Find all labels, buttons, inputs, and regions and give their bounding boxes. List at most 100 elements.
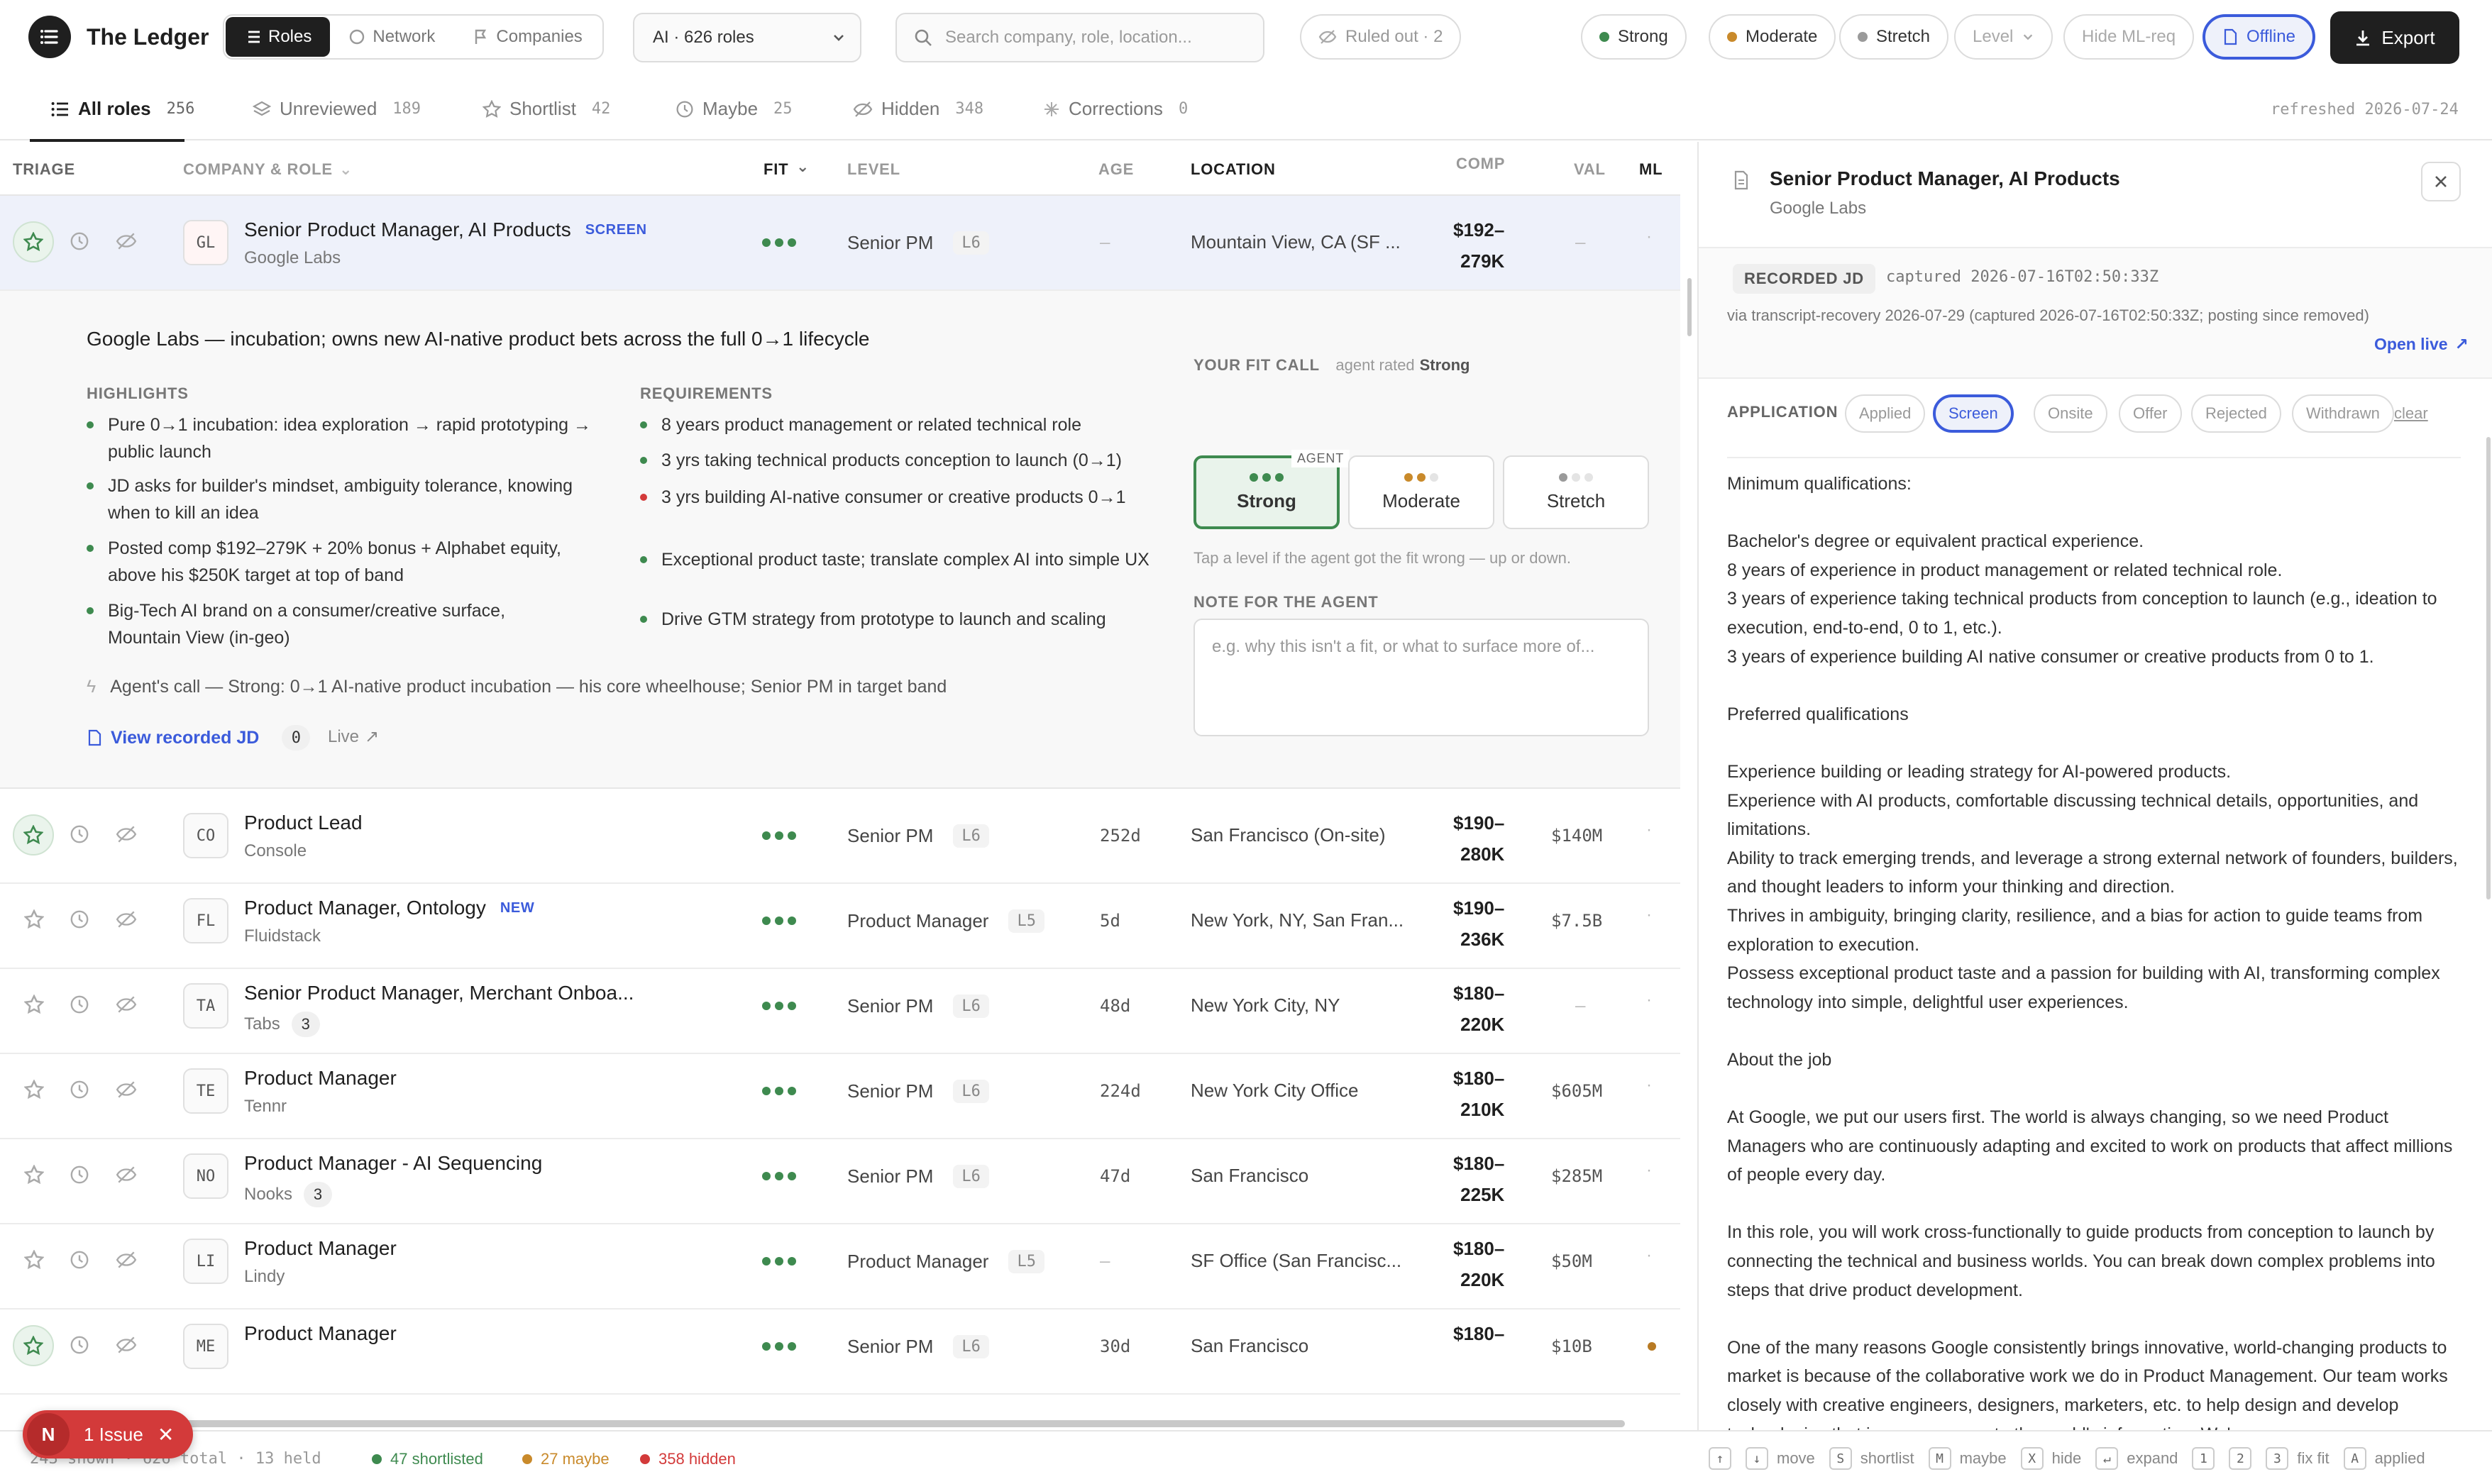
table-row[interactable]: CO Product Lead Console Senior PM L6 252d San … (0, 789, 1680, 884)
nav-roles[interactable]: Roles (226, 17, 331, 57)
col-fit[interactable]: FIT (763, 160, 788, 179)
stage-rejected[interactable]: Rejected (2191, 394, 2281, 433)
role-level: Senior PM L6 (847, 1335, 989, 1358)
list-horizontal-scrollbar[interactable] (74, 1420, 1625, 1427)
list-scrollbar[interactable] (1687, 278, 1692, 336)
col-ml[interactable]: ML (1639, 160, 1663, 179)
strong-filter[interactable]: Strong (1581, 14, 1687, 60)
table-row[interactable]: FL Product Manager, Ontology NEW Fluidstack… (0, 874, 1680, 969)
export-button[interactable]: Export (2330, 11, 2459, 64)
stage-applied[interactable]: Applied (1845, 394, 1926, 433)
stretch-dot-icon (1858, 32, 1868, 42)
shortlist-button[interactable] (23, 1248, 45, 1271)
level-filter[interactable]: Level (1954, 14, 2053, 60)
maybe-button[interactable] (68, 1163, 91, 1186)
hide-ml-req-toggle[interactable]: Hide ML-req (2063, 14, 2195, 60)
table-row[interactable]: TE Product Manager Tennr Senior PM L6 224d New… (0, 1044, 1680, 1139)
maybe-button[interactable] (68, 1334, 91, 1356)
nav-companies[interactable]: Companies (453, 17, 600, 57)
scope-select[interactable]: AI · 626 roles (633, 13, 861, 62)
tab-unreviewed[interactable]: Unreviewed 189 (253, 98, 421, 120)
fit-option-moderate[interactable]: Moderate (1348, 455, 1494, 529)
hide-button[interactable] (115, 823, 138, 846)
tab-count: 0 (1178, 100, 1189, 118)
role-location: Mountain View, CA (SF ... (1191, 231, 1401, 253)
detail-scrollbar[interactable] (2486, 437, 2491, 899)
col-comp[interactable]: COMP (1456, 155, 1505, 173)
close-icon[interactable]: ✕ (158, 1423, 174, 1446)
note-input[interactable] (1212, 637, 1631, 718)
fit-option-stretch[interactable]: Stretch (1503, 455, 1649, 529)
col-company-role[interactable]: COMPANY & ROLE (183, 160, 333, 179)
level-tag: L5 (1008, 1250, 1044, 1273)
table-row[interactable]: TA Senior Product Manager, Merchant Onboa… (0, 959, 1680, 1054)
shortlist-button[interactable] (23, 1163, 45, 1186)
issues-badge[interactable]: N 1 Issue ✕ (23, 1410, 193, 1458)
table-row[interactable]: NO Product Manager - AI Sequencing Nooks 3 S… (0, 1129, 1680, 1224)
requirement-item: 3 yrs building AI-native consumer or cre… (640, 484, 1165, 511)
maybe-button[interactable] (68, 1078, 91, 1101)
open-live-link[interactable]: Open live ↗ (2374, 335, 2469, 354)
tab-hidden[interactable]: Hidden 348 (853, 98, 983, 120)
hide-button[interactable] (115, 1078, 138, 1101)
maybe-button[interactable] (68, 230, 91, 253)
shortlist-button[interactable] (13, 1325, 54, 1366)
company-valuation: — (1575, 996, 1586, 1016)
ruled-out-filter[interactable]: Ruled out · 2 (1300, 14, 1462, 60)
hide-button[interactable] (115, 230, 138, 253)
maybe-button[interactable] (68, 1248, 91, 1271)
role-title[interactable]: Product Manager - AI Sequencing (244, 1152, 542, 1175)
fit-call-label: YOUR FIT CALL agent rated Strong (1193, 356, 1470, 375)
hide-button[interactable] (115, 1334, 138, 1356)
offline-toggle[interactable]: Offline (2202, 14, 2315, 60)
table-row[interactable]: GL Senior Product Manager, AI Products SCR… (0, 196, 1680, 291)
search-input[interactable] (945, 28, 1243, 48)
stage-screen[interactable]: Screen (1933, 394, 2014, 433)
hide-button[interactable] (115, 908, 138, 931)
shortlist-button[interactable] (23, 1078, 45, 1101)
col-age[interactable]: AGE (1098, 160, 1134, 179)
role-title[interactable]: Product Manager (244, 1067, 397, 1090)
stage-onsite[interactable]: Onsite (2034, 394, 2107, 433)
stage-offer[interactable]: Offer (2119, 394, 2182, 433)
tab-all-roles[interactable]: All roles 256 (51, 98, 194, 120)
maybe-button[interactable] (68, 908, 91, 931)
col-val[interactable]: VAL (1574, 160, 1606, 179)
role-title[interactable]: Product Manager (244, 1322, 397, 1345)
clear-stage-link[interactable]: clear (2394, 404, 2428, 423)
shortlist-button[interactable] (13, 814, 54, 855)
tab-shortlist[interactable]: Shortlist 42 (483, 98, 610, 120)
role-level: Senior PM L6 (847, 1080, 989, 1103)
col-location[interactable]: LOCATION (1191, 160, 1276, 179)
shortcut-hint: 2 (2229, 1447, 2260, 1470)
list-icon (51, 101, 68, 116)
hide-button[interactable] (115, 1163, 138, 1186)
close-button[interactable] (2421, 162, 2461, 201)
shortlist-button[interactable] (23, 908, 45, 931)
role-title[interactable]: Product Manager, Ontology NEW (244, 897, 534, 919)
role-title[interactable]: Product Lead (244, 812, 363, 834)
tab-maybe[interactable]: Maybe 25 (676, 98, 793, 120)
table-row[interactable]: LI Product Manager Lindy Product Manager L5 —… (0, 1214, 1680, 1309)
col-level[interactable]: LEVEL (847, 160, 900, 179)
moderate-filter[interactable]: Moderate (1709, 14, 1836, 60)
table-row[interactable]: ME Product Manager Senior PM L6 30d San Franc… (0, 1300, 1680, 1395)
stage-withdrawn[interactable]: Withdrawn (2292, 394, 2394, 433)
role-title[interactable]: Senior Product Manager, AI Products SCREE… (244, 218, 647, 241)
maybe-button[interactable] (68, 823, 91, 846)
stretch-filter[interactable]: Stretch (1839, 14, 1949, 60)
nav-network[interactable]: Network (330, 17, 453, 57)
tab-corrections[interactable]: Corrections 0 (1043, 98, 1188, 120)
offline-label: Offline (2246, 27, 2295, 46)
hide-button[interactable] (115, 993, 138, 1016)
view-recorded-jd[interactable]: View recorded JD 0 (87, 725, 311, 751)
shortlist-button[interactable] (13, 221, 54, 262)
shortlist-button[interactable] (23, 993, 45, 1016)
note-label: NOTE FOR THE AGENT (1193, 593, 1379, 611)
role-title[interactable]: Senior Product Manager, Merchant Onboa..… (244, 982, 634, 1004)
live-link[interactable]: Live ↗ (328, 726, 379, 747)
maybe-button[interactable] (68, 993, 91, 1016)
menu-button[interactable] (28, 16, 71, 58)
role-title[interactable]: Product Manager (244, 1237, 397, 1260)
hide-button[interactable] (115, 1248, 138, 1271)
